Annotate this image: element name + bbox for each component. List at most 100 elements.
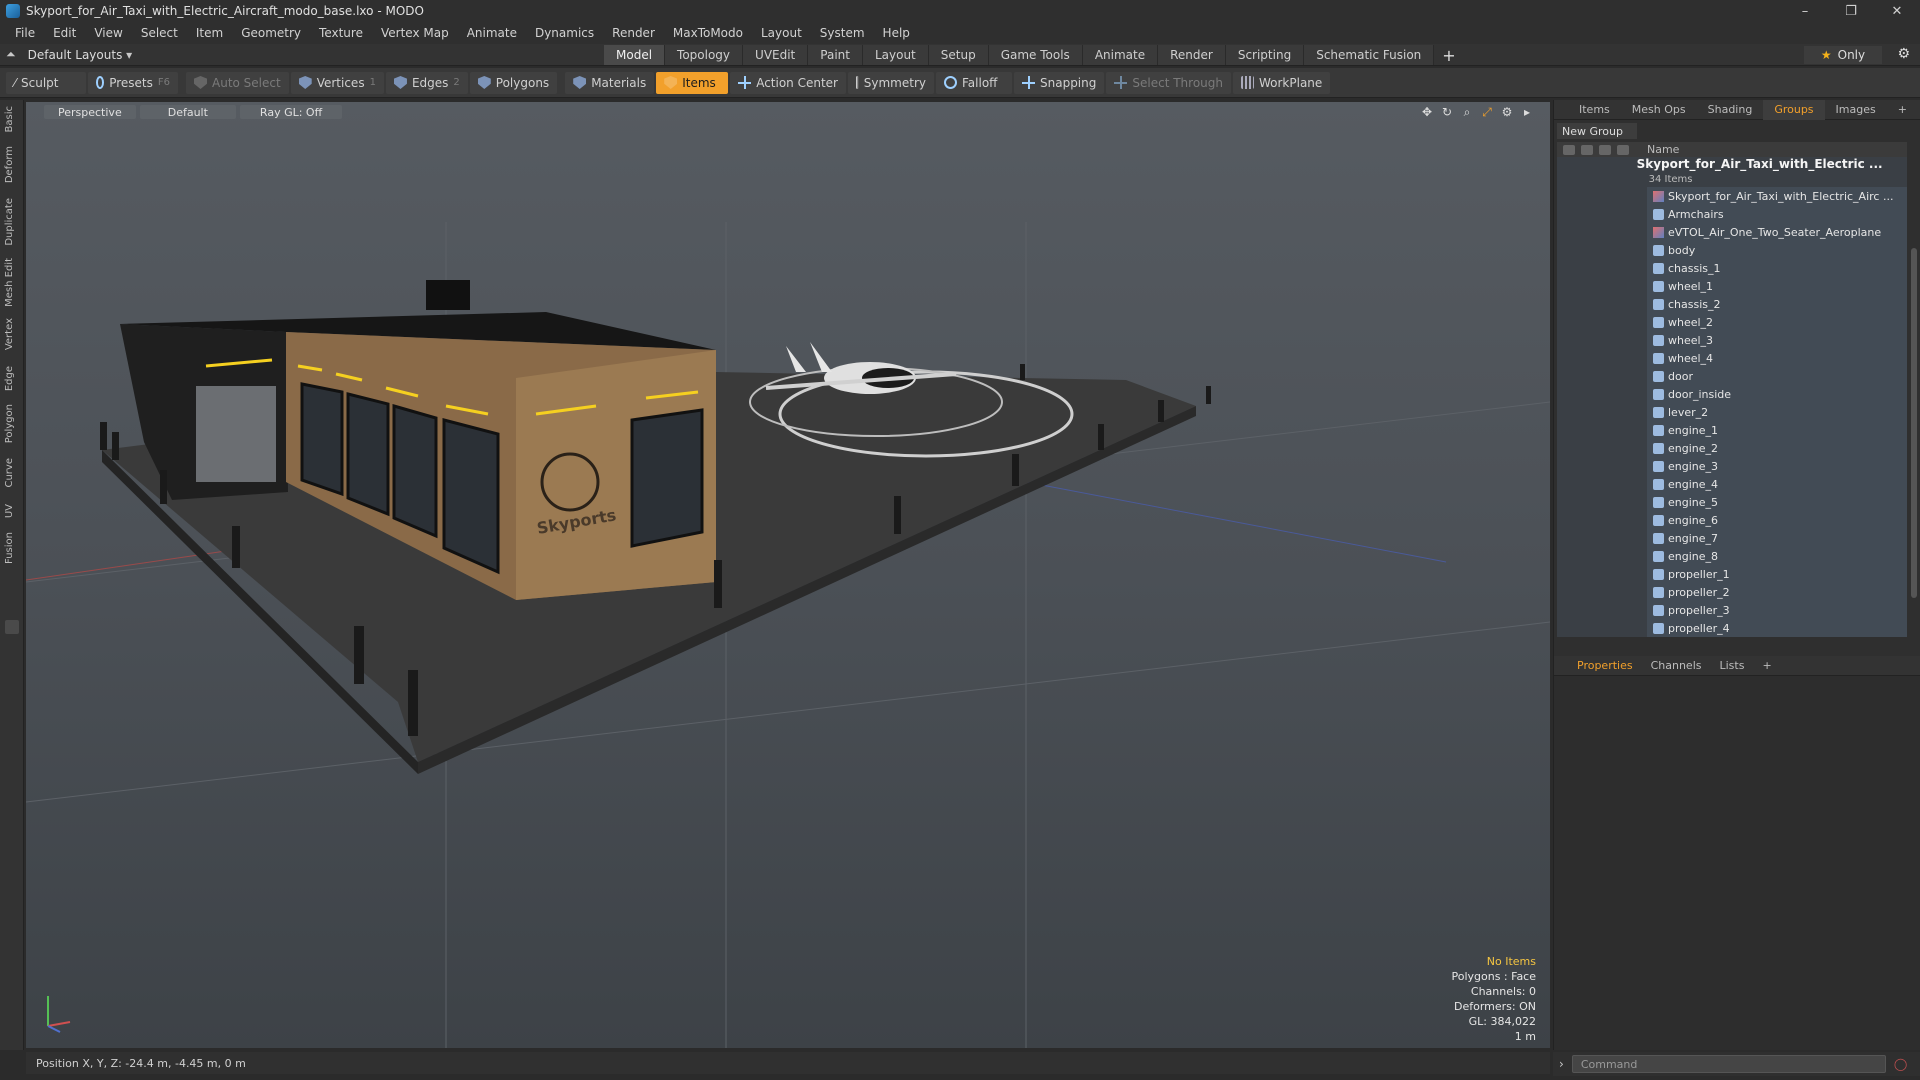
presets-button[interactable]: Presets F6 bbox=[88, 71, 178, 94]
3d-viewport[interactable]: Skyports Perspective Default Ray GL: Off… bbox=[26, 102, 1550, 1048]
tab-shading[interactable]: Shading bbox=[1697, 100, 1764, 120]
vertices-button[interactable]: Vertices 1 bbox=[290, 71, 384, 94]
lock-icon[interactable] bbox=[1599, 144, 1611, 155]
list-item[interactable]: Skyport_for_Air_Taxi_with_Electric_Airc … bbox=[1557, 187, 1907, 205]
list-item[interactable]: propeller_1 bbox=[1557, 565, 1907, 583]
fit-view-icon[interactable]: ⤢ bbox=[1480, 105, 1494, 120]
materials-button[interactable]: Materials bbox=[565, 71, 655, 94]
tab-scripting[interactable]: Scripting bbox=[1225, 45, 1305, 65]
add-tab-button[interactable]: + bbox=[1434, 44, 1463, 66]
menu-system[interactable]: System bbox=[811, 26, 874, 40]
render-icon[interactable] bbox=[1581, 144, 1593, 155]
list-item[interactable]: engine_1 bbox=[1557, 421, 1907, 439]
strip-tab-uv[interactable]: UV bbox=[4, 504, 15, 518]
layout-selector[interactable]: ⏶ Default Layouts ▾ bbox=[0, 47, 600, 62]
list-item[interactable]: chassis_2 bbox=[1557, 295, 1907, 313]
action-center-button[interactable]: Action Center bbox=[730, 71, 846, 94]
strip-tab-basic[interactable]: Basic bbox=[4, 106, 15, 132]
menu-select[interactable]: Select bbox=[132, 26, 187, 40]
tab-images[interactable]: Images bbox=[1825, 100, 1887, 120]
select-through-button[interactable]: Select Through bbox=[1106, 71, 1231, 94]
tab-paint[interactable]: Paint bbox=[808, 45, 863, 65]
edges-button[interactable]: Edges 2 bbox=[385, 71, 468, 94]
strip-tab-vertex[interactable]: Vertex bbox=[4, 318, 15, 350]
list-item[interactable]: lever_2 bbox=[1557, 403, 1907, 421]
strip-tab-duplicate[interactable]: Duplicate bbox=[4, 198, 15, 246]
command-expand-icon[interactable]: › bbox=[1559, 1057, 1564, 1071]
items-button[interactable]: Items bbox=[656, 71, 729, 94]
menu-animate[interactable]: Animate bbox=[458, 26, 526, 40]
viewport-expand-icon[interactable]: ▸ bbox=[1520, 105, 1534, 120]
move-view-icon[interactable]: ✥ bbox=[1420, 105, 1434, 120]
list-item[interactable]: chassis_1 bbox=[1557, 259, 1907, 277]
tab-items[interactable]: Items bbox=[1568, 100, 1621, 120]
list-item[interactable]: propeller_2 bbox=[1557, 583, 1907, 601]
list-item[interactable]: wheel_1 bbox=[1557, 277, 1907, 295]
close-button[interactable]: ✕ bbox=[1874, 0, 1920, 22]
list-item[interactable]: Armchairs bbox=[1557, 205, 1907, 223]
menu-render[interactable]: Render bbox=[603, 26, 664, 40]
tab-game-tools[interactable]: Game Tools bbox=[988, 45, 1083, 65]
list-item[interactable]: wheel_3 bbox=[1557, 331, 1907, 349]
new-group-button[interactable]: New Group bbox=[1557, 123, 1637, 139]
menu-geometry[interactable]: Geometry bbox=[232, 26, 310, 40]
list-item[interactable]: engine_4 bbox=[1557, 475, 1907, 493]
list-item[interactable]: wheel_4 bbox=[1557, 349, 1907, 367]
list-item[interactable]: propeller_4 bbox=[1557, 619, 1907, 637]
tab-schematic-fusion[interactable]: Schematic Fusion bbox=[1304, 45, 1435, 65]
raygl-button[interactable]: Ray GL: Off bbox=[239, 105, 343, 119]
maximize-button[interactable]: ❐ bbox=[1828, 0, 1874, 22]
list-item[interactable]: body bbox=[1557, 241, 1907, 259]
command-clear-icon[interactable]: ◯ bbox=[1894, 1057, 1907, 1071]
list-item[interactable]: propeller_3 bbox=[1557, 601, 1907, 619]
strip-tab-curve[interactable]: Curve bbox=[4, 458, 15, 488]
menu-dynamics[interactable]: Dynamics bbox=[526, 26, 603, 40]
menu-vertex-map[interactable]: Vertex Map bbox=[372, 26, 458, 40]
list-item[interactable]: wheel_2 bbox=[1557, 313, 1907, 331]
gear-icon[interactable]: ⚙ bbox=[1897, 46, 1910, 62]
tab-layout[interactable]: Layout bbox=[862, 45, 929, 65]
tab-render[interactable]: Render bbox=[1158, 45, 1226, 65]
sculpt-button[interactable]: ⁄ Sculpt bbox=[6, 71, 86, 94]
menu-view[interactable]: View bbox=[85, 26, 131, 40]
select-icon[interactable] bbox=[1617, 144, 1629, 155]
list-item[interactable]: engine_7 bbox=[1557, 529, 1907, 547]
shading-mode-button[interactable]: Default bbox=[139, 105, 236, 119]
strip-tab-deform[interactable]: Deform bbox=[4, 146, 15, 183]
view-type-button[interactable]: Perspective bbox=[44, 105, 136, 119]
eye-icon[interactable] bbox=[1563, 144, 1575, 155]
list-item[interactable]: engine_6 bbox=[1557, 511, 1907, 529]
only-button[interactable]: ★ Only bbox=[1804, 46, 1882, 64]
strip-tab-polygon[interactable]: Polygon bbox=[4, 404, 15, 443]
list-item[interactable]: eVTOL_Air_One_Two_Seater_Aeroplane bbox=[1557, 223, 1907, 241]
menu-help[interactable]: Help bbox=[874, 26, 919, 40]
zoom-view-icon[interactable]: ⌕ bbox=[1460, 105, 1474, 120]
tab-model[interactable]: Model bbox=[604, 45, 666, 65]
strip-toggle-button[interactable] bbox=[5, 620, 19, 634]
list-item[interactable]: engine_2 bbox=[1557, 439, 1907, 457]
name-column-header[interactable]: Name bbox=[1647, 143, 1679, 156]
strip-tab-fusion[interactable]: Fusion bbox=[4, 532, 15, 564]
menu-edit[interactable]: Edit bbox=[44, 26, 85, 40]
tab-topology[interactable]: Topology bbox=[665, 45, 744, 65]
workplane-button[interactable]: WorkPlane bbox=[1232, 71, 1331, 94]
list-item[interactable]: door_inside bbox=[1557, 385, 1907, 403]
add-props-tab-button[interactable]: + bbox=[1753, 659, 1780, 672]
command-input[interactable]: Command bbox=[1571, 1055, 1886, 1073]
strip-tab-edge[interactable]: Edge bbox=[4, 366, 15, 391]
groups-scrollbar[interactable] bbox=[1911, 248, 1917, 598]
list-item[interactable]: door bbox=[1557, 367, 1907, 385]
tab-mesh-ops[interactable]: Mesh Ops bbox=[1621, 100, 1697, 120]
minimize-button[interactable]: – bbox=[1782, 0, 1828, 22]
group-root-row[interactable]: Skyport_for_Air_Taxi_with_Electric ... 3… bbox=[1557, 157, 1907, 187]
menu-file[interactable]: File bbox=[6, 26, 44, 40]
tab-lists[interactable]: Lists bbox=[1711, 659, 1754, 672]
tab-uvedit[interactable]: UVEdit bbox=[743, 45, 809, 65]
tab-properties[interactable]: Properties bbox=[1568, 659, 1642, 672]
snapping-button[interactable]: Snapping bbox=[1014, 71, 1105, 94]
viewport-settings-icon[interactable]: ⚙ bbox=[1500, 105, 1514, 120]
tab-animate[interactable]: Animate bbox=[1082, 45, 1159, 65]
menu-texture[interactable]: Texture bbox=[310, 26, 372, 40]
list-item[interactable]: engine_8 bbox=[1557, 547, 1907, 565]
tab-channels[interactable]: Channels bbox=[1642, 659, 1711, 672]
